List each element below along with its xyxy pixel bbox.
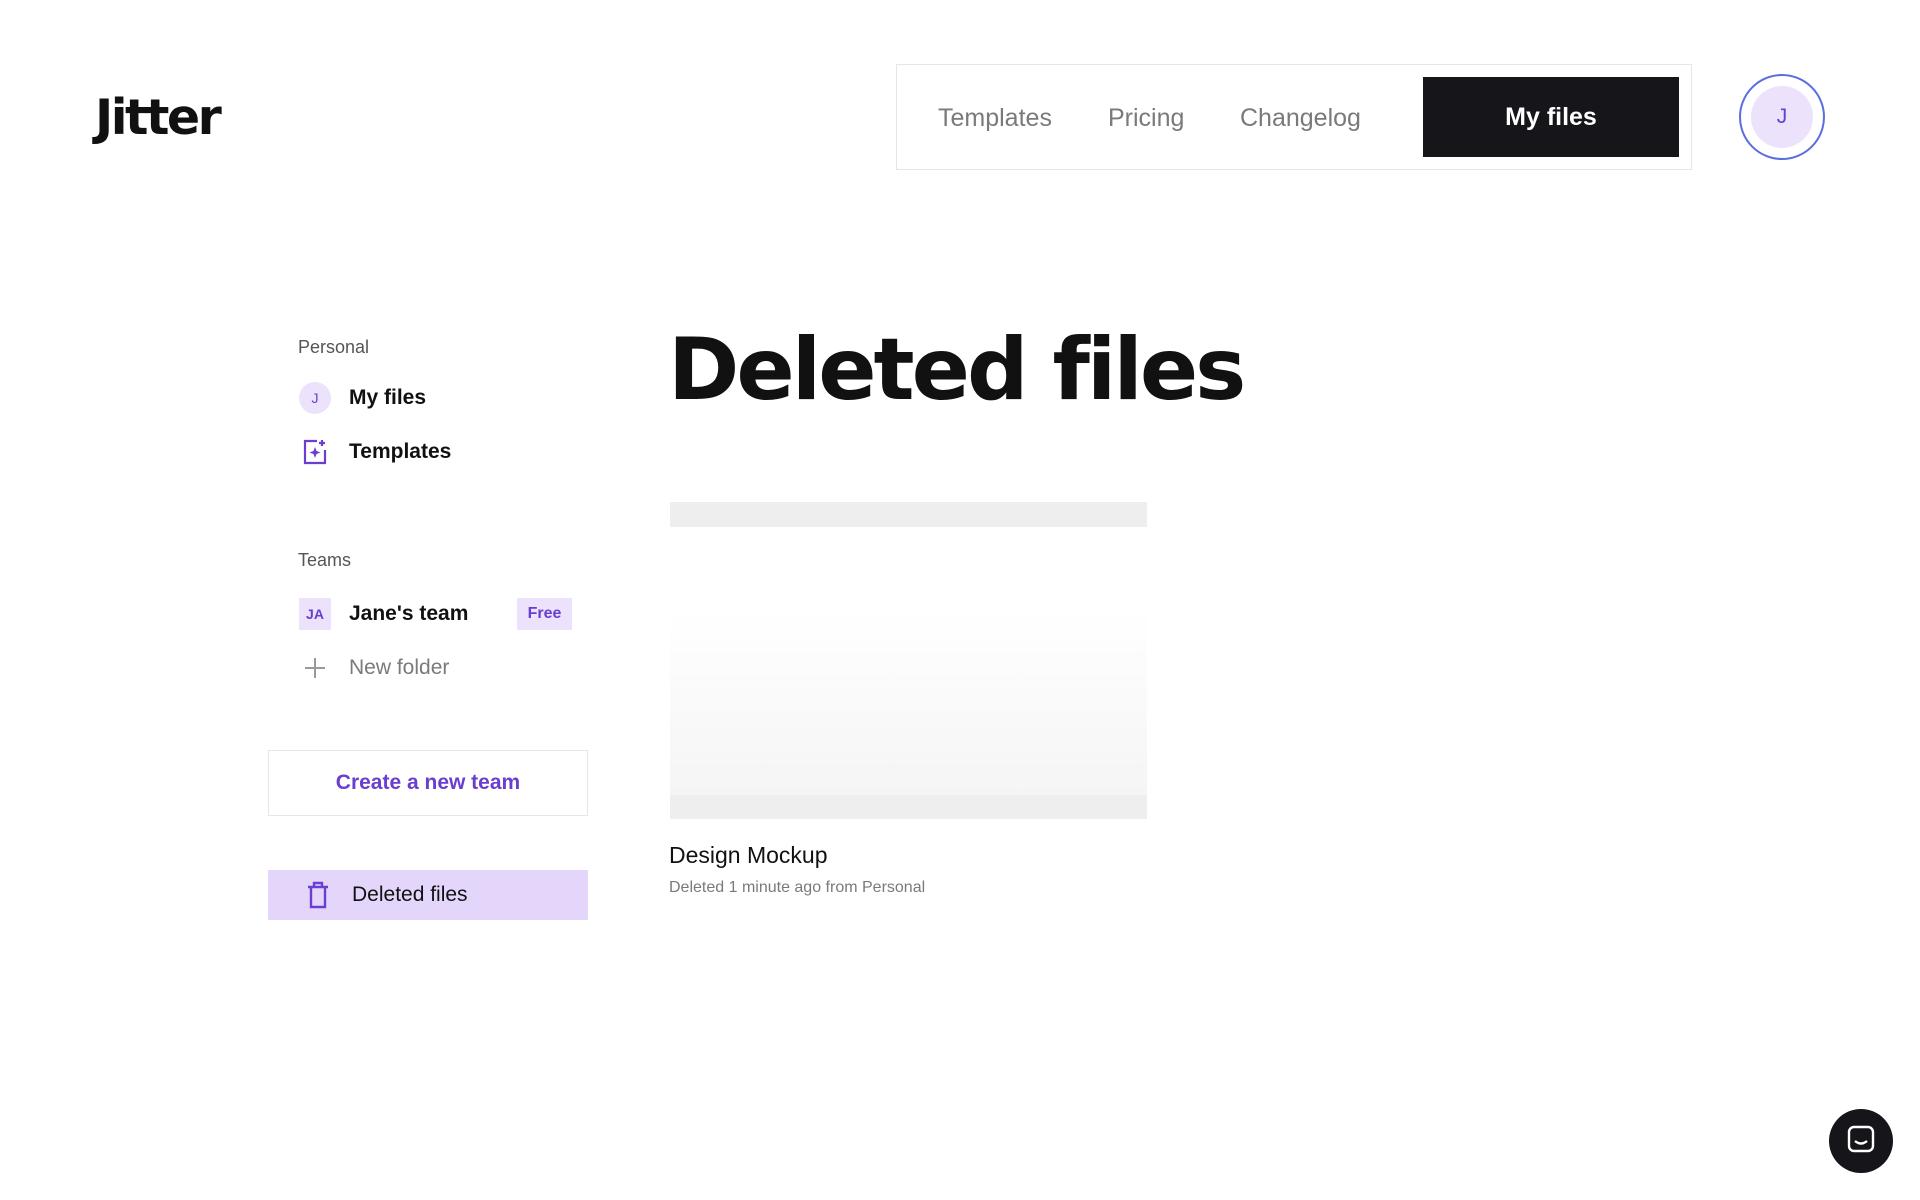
user-avatar: J	[1751, 86, 1813, 148]
nav-pricing-link[interactable]: Pricing	[1108, 103, 1184, 133]
chat-support-button[interactable]	[1829, 1109, 1893, 1173]
plus-icon	[299, 652, 331, 684]
sidebar-item-janes-team[interactable]: JA Jane's team	[299, 598, 468, 630]
plan-badge: Free	[517, 598, 572, 630]
team-initials-badge: JA	[299, 598, 331, 630]
teams-section-label: Teams	[298, 550, 352, 570]
nav-templates-link[interactable]: Templates	[938, 103, 1052, 133]
sidebar-item-label: My files	[349, 386, 427, 409]
file-name[interactable]: Design Mockup	[669, 842, 828, 869]
sidebar-item-new-folder[interactable]: New folder	[299, 652, 449, 684]
chat-icon	[1846, 1124, 1876, 1159]
page: Jitter Templates Pricing Changelog My fi…	[0, 0, 1920, 1200]
page-title: Deleted files	[668, 320, 1246, 420]
sidebar-item-my-files[interactable]: J My files	[299, 382, 426, 414]
create-team-button[interactable]: Create a new team	[268, 750, 588, 816]
file-thumbnail	[670, 527, 1147, 795]
sidebar-item-label: Deleted files	[352, 883, 468, 906]
sidebar-item-label: Templates	[349, 440, 452, 463]
file-deleted-meta: Deleted 1 minute ago from Personal	[669, 879, 926, 896]
trash-icon	[302, 879, 334, 911]
sidebar-item-label: New folder	[349, 656, 450, 679]
jitter-logo[interactable]: Jitter	[95, 88, 222, 148]
user-avatar-button[interactable]: J	[1739, 74, 1825, 160]
nav-changelog-link[interactable]: Changelog	[1240, 103, 1361, 133]
sidebar-item-templates[interactable]: Templates	[299, 436, 451, 468]
file-card[interactable]	[670, 502, 1147, 819]
sidebar-item-deleted-files[interactable]: Deleted files	[268, 870, 588, 920]
top-navigation: Templates Pricing Changelog My files	[896, 64, 1692, 170]
my-files-avatar: J	[299, 382, 331, 414]
personal-section-label: Personal	[298, 337, 370, 357]
sidebar-item-label: Jane's team	[349, 602, 469, 625]
nav-my-files-button[interactable]: My files	[1423, 77, 1679, 157]
template-sparkle-icon	[299, 436, 331, 468]
